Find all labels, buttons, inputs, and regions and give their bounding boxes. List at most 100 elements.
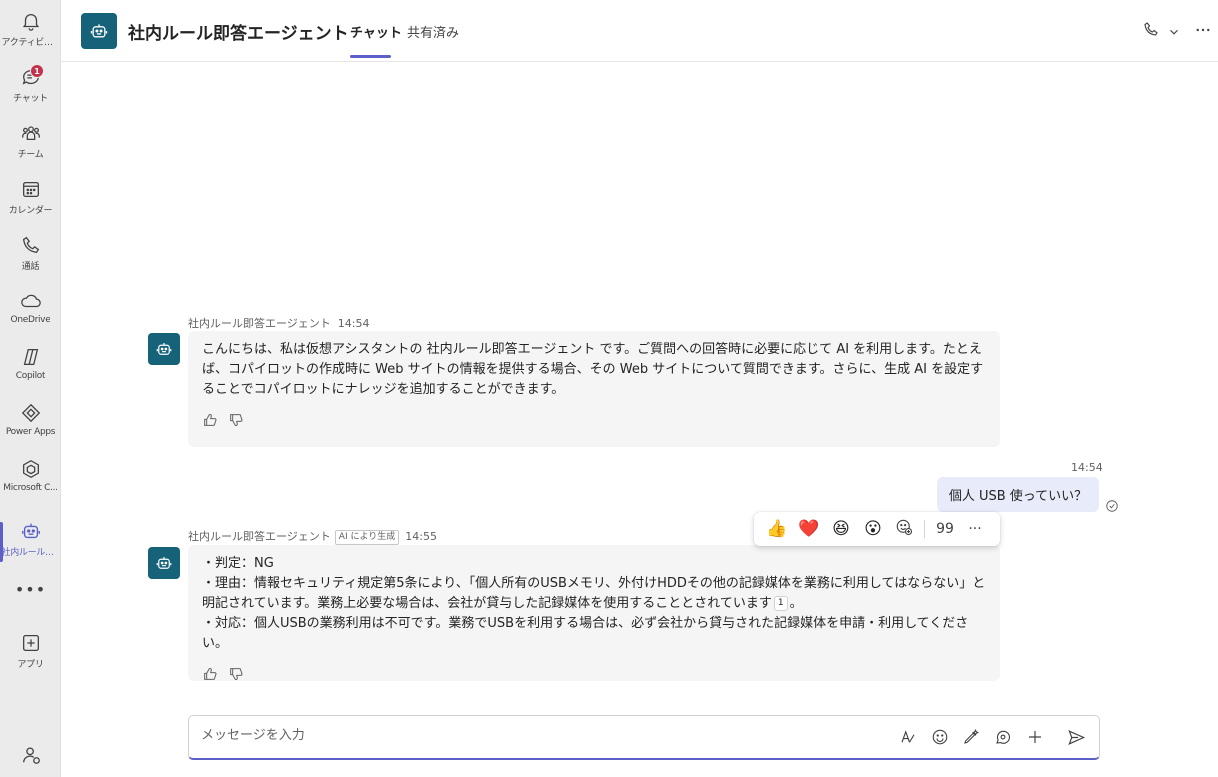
rail-label: アプリ: [17, 660, 44, 670]
phone-icon: [1144, 22, 1158, 36]
rail-label: アクティビティ: [1, 38, 60, 48]
format-text-icon: [901, 730, 915, 743]
send-button[interactable]: [1067, 728, 1086, 751]
plus-icon: [1029, 731, 1041, 743]
rail-item-onedrive[interactable]: OneDrive: [0, 288, 61, 340]
rail-item-activity[interactable]: アクティビティ: [0, 8, 61, 60]
rail-item-apps[interactable]: アプリ: [0, 630, 61, 682]
unread-badge: 1: [30, 64, 44, 78]
ai-generated-label: AI により生成: [334, 529, 400, 545]
cloud-icon: [20, 294, 41, 308]
reaction-heart[interactable]: ❤️: [798, 519, 820, 539]
chat-header: 社内ルール即答エージェント チャット 共有済み: [61, 0, 1218, 62]
rail-item-powerapps[interactable]: Power Apps: [0, 400, 61, 452]
phone-icon: [22, 236, 39, 254]
rail-label: カレンダー: [8, 206, 53, 216]
message-text: 個人 USB 使っていい？: [948, 489, 1088, 504]
message-text: こんにちは、私は仮想アシスタントの 社内ルール即答エージェント です。ご質問への…: [202, 342, 984, 397]
message-header: 社内ルール即答エージェント AI により生成 14:55: [188, 528, 437, 545]
message-line: ・理由：情報セキュリティ規定第5条により、「個人所有のUSBメモリ、外付けHDD…: [202, 574, 986, 614]
more-options-button[interactable]: [1194, 21, 1212, 43]
sender-name: 社内ルール即答エージェント: [188, 530, 331, 543]
tab-chat[interactable]: チャット: [350, 22, 402, 41]
rail-label: 社内ルール即...: [1, 548, 60, 558]
bell-icon: [22, 14, 39, 31]
reaction-laugh[interactable]: 😆: [830, 519, 852, 539]
rail-item-teams[interactable]: チーム: [0, 120, 61, 172]
rail-item-calendar[interactable]: カレンダー: [0, 176, 61, 228]
reaction-bar: 👍 ❤️ 😆 😮 99 ···: [754, 512, 1000, 546]
rail-item-copilot-studio[interactable]: Microsoft C...: [0, 456, 61, 508]
loop-button[interactable]: [994, 728, 1012, 750]
rail-item-agent[interactable]: 社内ルール即...: [0, 518, 61, 570]
teams-icon: [21, 126, 40, 141]
reaction-surprised[interactable]: 😮: [862, 519, 884, 539]
bot-icon: [156, 343, 172, 355]
rail-label: Microsoft C...: [3, 483, 58, 493]
agent-avatar: [148, 333, 180, 365]
pen-sparkle-icon: [964, 728, 980, 744]
thumbs-down-button[interactable]: [228, 412, 244, 428]
message-text: ・理由：情報セキュリティ規定第5条により、「個人所有のUSBメモリ、外付けHDD…: [202, 576, 986, 611]
thumbs-up-button[interactable]: [202, 412, 218, 428]
read-receipt-icon: [1105, 498, 1119, 517]
emoji-button[interactable]: [931, 728, 949, 750]
rail-item-copilot[interactable]: Copilot: [0, 344, 61, 396]
add-attachment-button[interactable]: [1026, 728, 1044, 750]
copilot-compose-button[interactable]: [962, 728, 980, 750]
rail-label: Copilot: [15, 371, 46, 381]
call-options-button[interactable]: [1167, 24, 1181, 43]
rail-item-help[interactable]: [0, 742, 61, 777]
bot-message: こんにちは、私は仮想アシスタントの 社内ルール即答エージェント です。ご質問への…: [188, 331, 1000, 447]
more-actions-button[interactable]: ···: [965, 521, 985, 537]
add-reaction-button[interactable]: [894, 518, 914, 540]
thumbs-up-button[interactable]: [202, 666, 218, 682]
bot-icon: [156, 557, 172, 569]
tab-shared[interactable]: 共有済み: [407, 22, 459, 41]
citation-marker[interactable]: 1: [773, 596, 788, 611]
thumbs-up-icon: [204, 667, 217, 680]
bot-message: ・判定：NG ・理由：情報セキュリティ規定第5条により、「個人所有のUSBメモリ…: [188, 545, 1000, 681]
message-time: 14:55: [405, 530, 437, 543]
copilot-icon: [23, 349, 38, 365]
format-button[interactable]: [899, 728, 917, 750]
message-input[interactable]: [201, 728, 851, 743]
thumbs-down-button[interactable]: [228, 666, 244, 682]
message-line: ・対応：個人USBの業務利用は不可です。業務でUSBを利用する場合は、必ず会社か…: [202, 616, 969, 651]
powerapps-icon: [21, 403, 40, 423]
bot-icon: [21, 523, 40, 539]
page-title: 社内ルール即答エージェント: [128, 24, 349, 44]
call-button[interactable]: [1142, 20, 1160, 42]
thumbs-down-icon: [230, 414, 243, 427]
quote-reply-button[interactable]: 99: [935, 521, 955, 537]
active-tab-indicator: [350, 55, 391, 58]
send-icon: [1068, 730, 1086, 745]
emoji-icon: [932, 729, 948, 745]
message-time: 14:54: [337, 317, 370, 330]
rail-item-chat[interactable]: 1 チャット: [0, 64, 61, 116]
sender-name: 社内ルール即答エージェント: [188, 317, 331, 330]
chevron-down-icon: [1170, 29, 1178, 35]
feedback-bar: [202, 412, 986, 428]
rail-label: Power Apps: [5, 427, 56, 437]
my-message[interactable]: 個人 USB 使っていい？: [937, 477, 1099, 512]
rail-label: 通話: [21, 262, 40, 272]
rail-label: OneDrive: [10, 315, 51, 325]
person-help-icon: [22, 747, 40, 764]
microsoft-copilot-studio-icon: [22, 460, 39, 478]
message-line: ・判定：NG: [202, 556, 274, 571]
thumbs-down-icon: [230, 668, 243, 681]
agent-avatar: [148, 547, 180, 579]
divider: [924, 520, 925, 538]
reaction-like[interactable]: 👍: [766, 519, 788, 539]
thumbs-up-icon: [204, 413, 217, 426]
rail-label: チーム: [17, 150, 44, 160]
rail-label: チャット: [13, 94, 48, 104]
app-rail: アクティビティ 1 チャット チーム カレンダー 通話 OneDrive Cop…: [0, 0, 61, 777]
message-header: 社内ルール即答エージェント 14:54: [188, 315, 369, 331]
message-text: 。: [789, 596, 803, 611]
more-apps-button[interactable]: •••: [0, 580, 61, 599]
bot-icon: [90, 24, 108, 38]
rail-item-calls[interactable]: 通話: [0, 232, 61, 284]
calendar-icon: [22, 181, 39, 197]
